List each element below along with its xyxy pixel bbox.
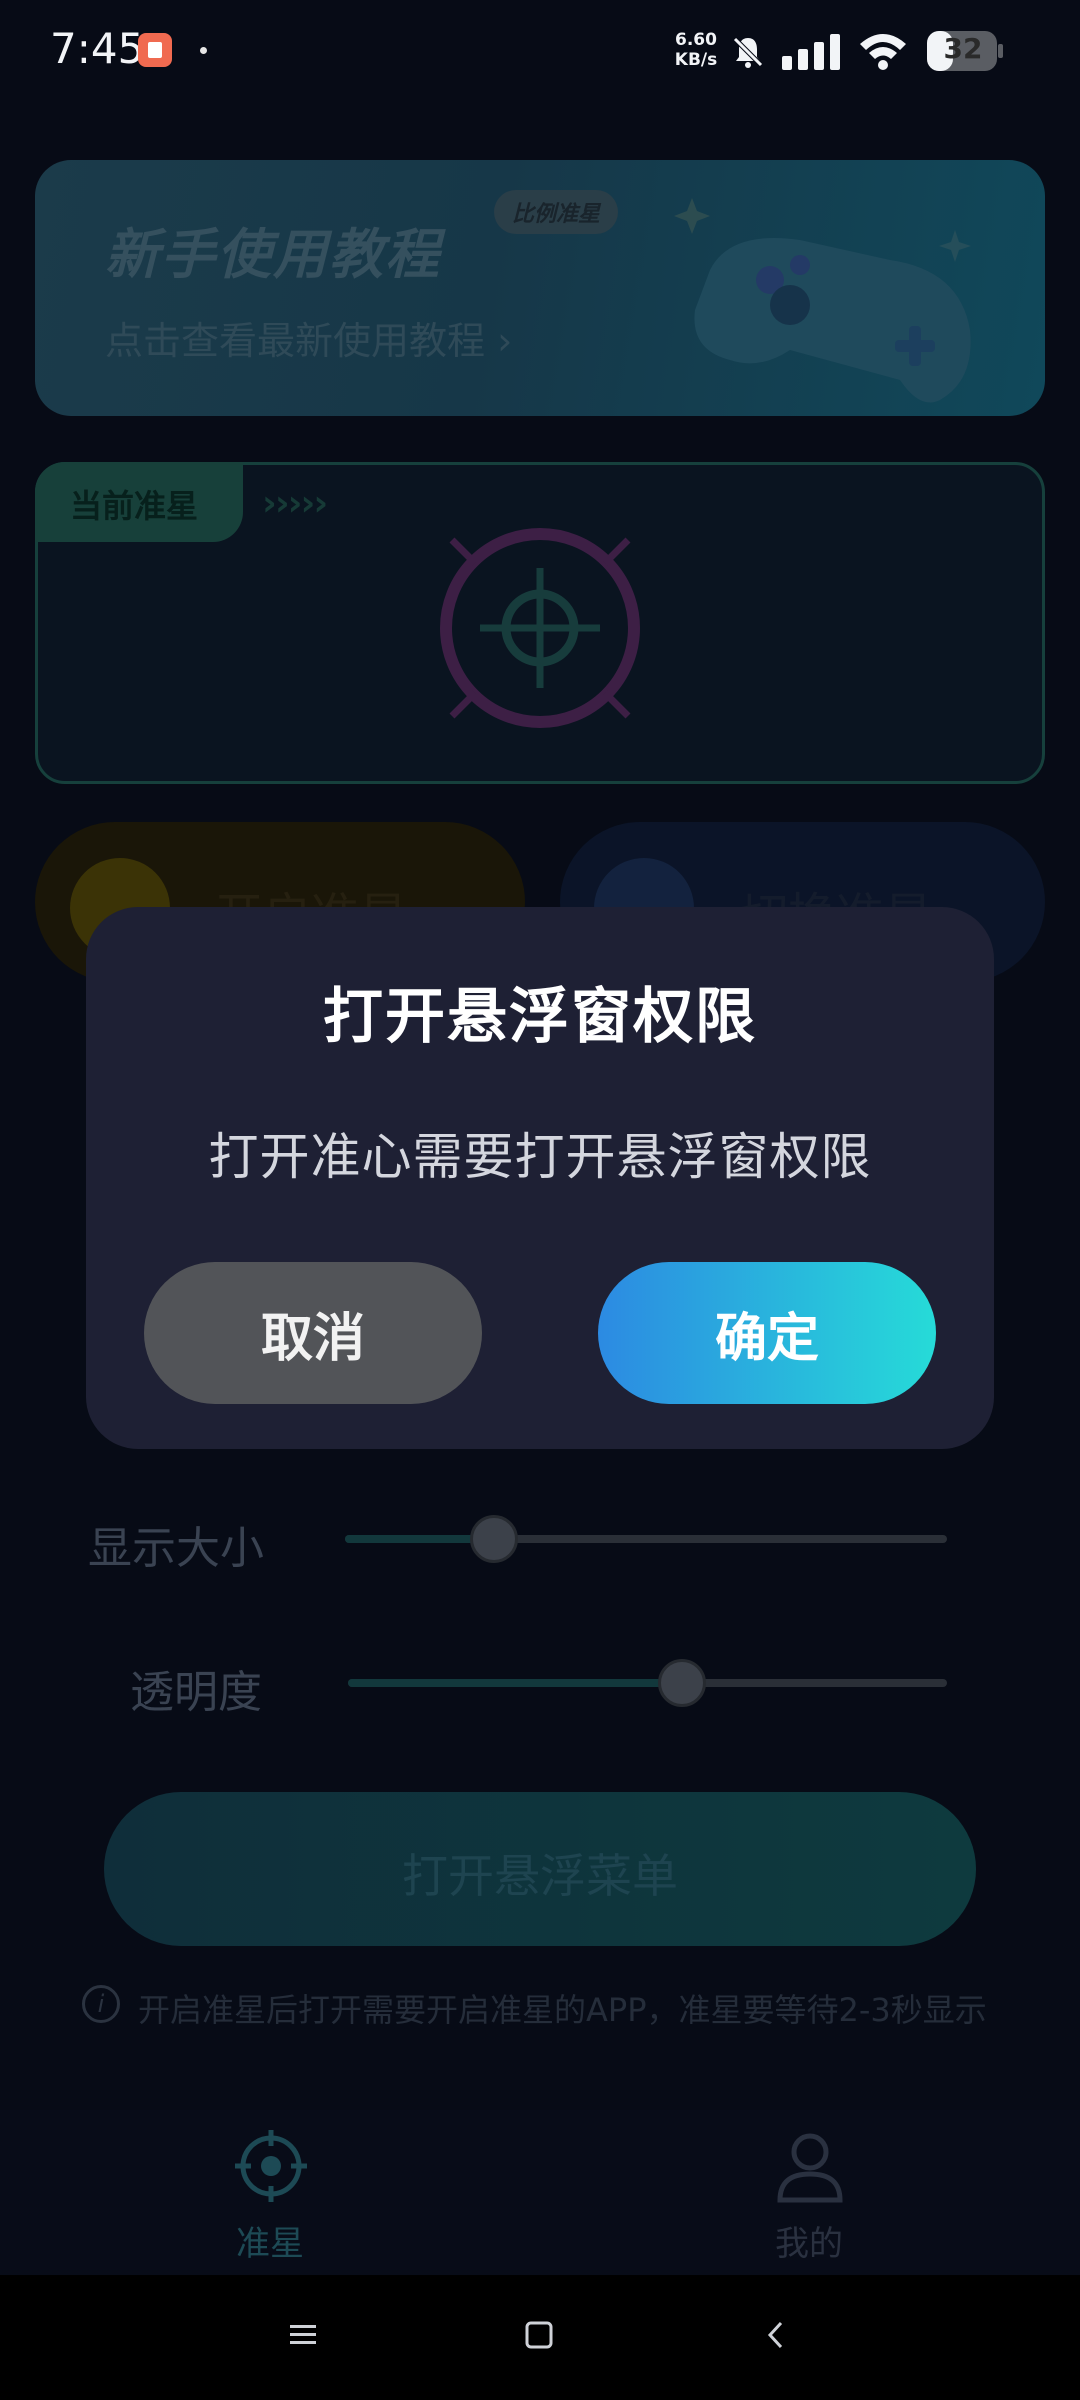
- banner-chip: 比例准星: [494, 190, 619, 234]
- info-text: 开启准星后打开需要开启准星的APP，准星要等待2-3秒显示: [138, 1991, 987, 2029]
- opacity-slider-fill: [348, 1679, 683, 1687]
- tab-profile-label[interactable]: 我的: [775, 2216, 843, 2265]
- size-slider-label: 显示大小: [88, 1523, 264, 1574]
- gamepad-icon: [694, 230, 971, 403]
- info-icon: i: [82, 1985, 120, 2023]
- notification-dot-icon: [200, 47, 207, 54]
- signal-icon: [782, 34, 840, 70]
- bottom-tabbar: [0, 2110, 1080, 2275]
- sparkle-icon: [674, 198, 710, 234]
- banner-title: 新手使用教程: [105, 223, 441, 286]
- status-time: 7:45: [50, 24, 145, 73]
- wifi-icon: [860, 34, 906, 70]
- opacity-slider-thumb[interactable]: [658, 1659, 706, 1707]
- tab-crosshair-label[interactable]: 准星: [236, 2216, 304, 2265]
- cancel-button[interactable]: 取消: [144, 1262, 482, 1404]
- tab-profile-icon[interactable]: [772, 2128, 848, 2204]
- notification-app-icon: [138, 33, 172, 67]
- opacity-slider-label: 透明度: [130, 1667, 262, 1718]
- bell-muted-icon: [733, 37, 763, 68]
- network-speed-unit: KB/s: [674, 50, 718, 70]
- confirm-button[interactable]: 确定: [598, 1262, 936, 1404]
- chevrons-decoration: ›››››: [262, 483, 328, 524]
- tab-crosshair-icon[interactable]: [233, 2128, 309, 2204]
- dialog-message: 打开准心需要打开悬浮窗权限: [208, 1128, 872, 1186]
- network-speed-value: 6.60: [675, 30, 717, 50]
- size-slider-thumb[interactable]: [470, 1515, 518, 1563]
- battery-level: 32: [943, 32, 983, 65]
- recent-apps-icon[interactable]: [288, 2320, 318, 2350]
- home-icon[interactable]: [524, 2320, 554, 2350]
- current-crosshair-label: 当前准星: [70, 487, 199, 525]
- banner-subtitle[interactable]: 点击查看最新使用教程 ›: [105, 310, 512, 365]
- network-speed: 6.60 KB/s: [670, 30, 722, 70]
- dialog-title: 打开悬浮窗权限: [323, 982, 757, 1052]
- back-icon[interactable]: [762, 2320, 792, 2350]
- crosshair-preview-icon: [440, 528, 640, 728]
- open-floating-menu-label: 打开悬浮菜单: [402, 1849, 678, 1903]
